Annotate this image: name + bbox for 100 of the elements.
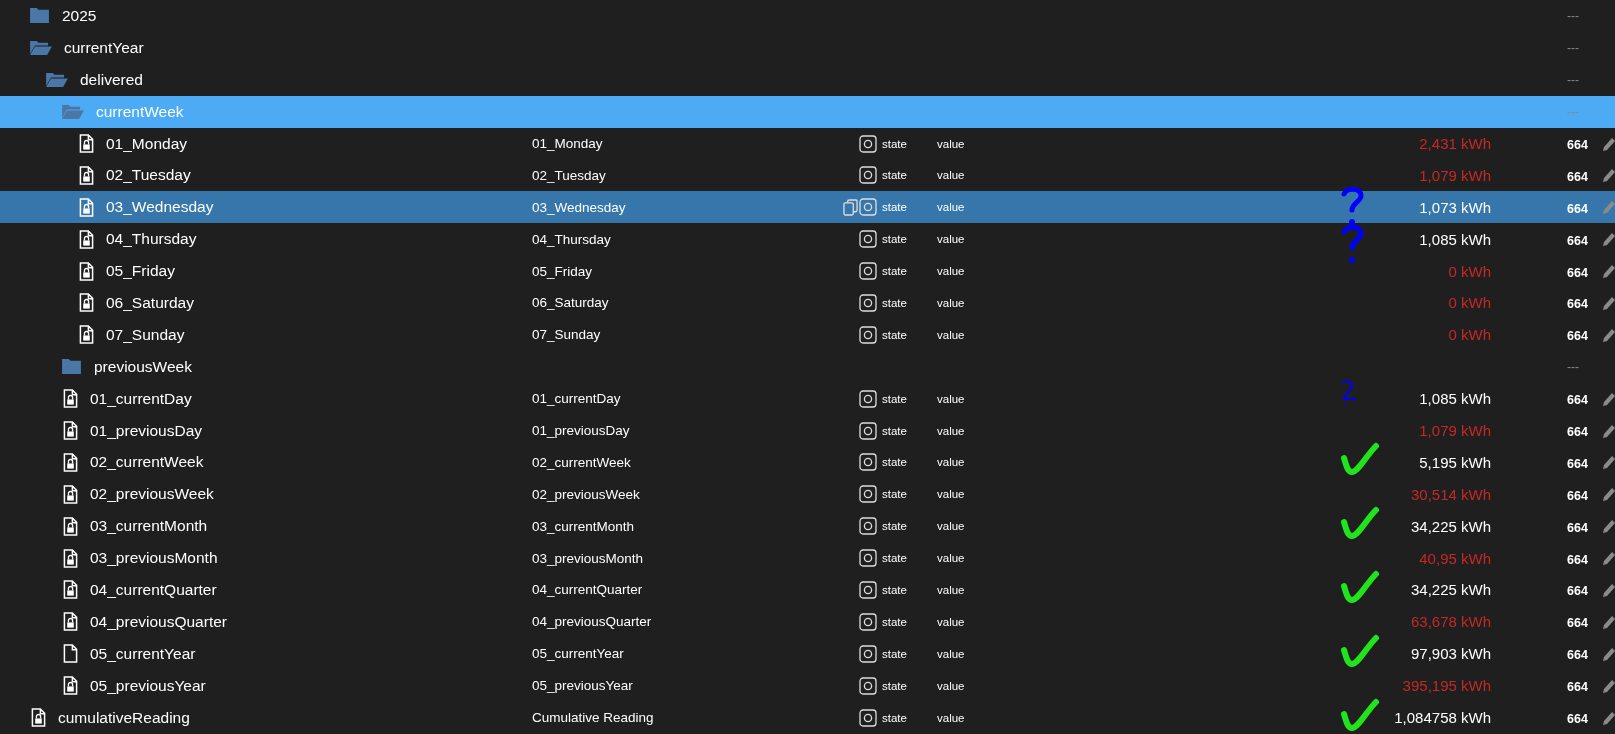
- tree-row[interactable]: 02_currentWeek 02_currentWeek state value 5,195 kWh 664: [0, 446, 1615, 479]
- tree-row[interactable]: 04_previousQuarter 04_previousQuarter state value 63,678 kWh 664: [0, 605, 1615, 638]
- access-rights: 664: [1567, 647, 1589, 663]
- tree-row[interactable]: 04_currentQuarter 04_currentQuarter state value 34,225 kWh 664: [0, 574, 1615, 606]
- access-rights: 664: [1567, 392, 1589, 408]
- object-title: 03_currentMonth: [532, 518, 636, 534]
- object-type: state: [882, 711, 908, 724]
- object-title: 04_Thursday: [532, 231, 612, 247]
- tree-row[interactable]: 01_currentDay 01_currentDay state value 1,085 kWh 664: [0, 382, 1615, 415]
- pencil-icon[interactable]: [1601, 262, 1615, 281]
- object-type: state: [882, 647, 908, 660]
- pencil-icon[interactable]: [1601, 453, 1615, 472]
- tree-row[interactable]: 02_previousWeek 02_previousWeek state value 30,514 kWh 664: [0, 478, 1615, 511]
- access-rights: 664: [1567, 487, 1589, 503]
- object-name: 2025: [62, 6, 97, 25]
- tree-row[interactable]: 2025 ---: [0, 0, 1615, 32]
- access-rights: 664: [1567, 679, 1589, 695]
- object-name: delivered: [80, 70, 143, 89]
- tree-row[interactable]: 01_Monday 01_Monday state value 2,431 kWh 664: [0, 127, 1615, 160]
- tree-row[interactable]: 07_Sunday 07_Sunday state value 0 kWh 664: [0, 318, 1615, 351]
- access-rights: 664: [1567, 583, 1589, 599]
- object-name: currentWeek: [96, 102, 184, 121]
- object-title: Cumulative Reading: [532, 710, 655, 726]
- object-role: value: [937, 424, 966, 437]
- object-role: value: [937, 296, 966, 309]
- object-type: state: [882, 169, 908, 182]
- pencil-icon[interactable]: [1601, 230, 1615, 249]
- folder-icon[interactable]: [29, 7, 50, 25]
- access-placeholder: ---: [1567, 40, 1580, 55]
- object-type: state: [882, 552, 908, 565]
- pencil-icon[interactable]: [1601, 517, 1615, 536]
- tree-row[interactable]: previousWeek ---: [0, 350, 1615, 383]
- object-title: 05_previousYear: [532, 678, 634, 694]
- object-type: state: [882, 233, 908, 246]
- object-role: value: [937, 265, 966, 278]
- tree-row[interactable]: currentYear ---: [0, 31, 1615, 64]
- object-name: 04_currentQuarter: [90, 580, 217, 599]
- object-type: state: [882, 137, 908, 150]
- access-rights: 664: [1567, 519, 1589, 535]
- tree-row[interactable]: 01_previousDay 01_previousDay state value 1,079 kWh 664: [0, 414, 1615, 447]
- tree-row[interactable]: 03_previousMonth 03_previousMonth state value 40,95 kWh 664: [0, 542, 1615, 575]
- object-title: 02_Tuesday: [532, 167, 607, 183]
- access-rights: 664: [1567, 137, 1589, 152]
- object-name: previousWeek: [94, 357, 192, 376]
- object-type: state: [882, 615, 908, 628]
- object-title: 05_currentYear: [532, 646, 625, 662]
- object-role: value: [937, 201, 966, 214]
- object-name: 07_Sunday: [106, 325, 185, 344]
- access-rights: 664: [1567, 711, 1589, 727]
- pencil-icon[interactable]: [1601, 485, 1615, 504]
- access-rights: 664: [1567, 328, 1589, 344]
- object-role: value: [937, 583, 966, 596]
- object-role: value: [937, 552, 966, 565]
- object-name: 06_Saturday: [106, 293, 194, 312]
- copy-icon[interactable]: [843, 198, 859, 216]
- tree-row[interactable]: 05_Friday 05_Friday state value 0 kWh 664: [0, 255, 1615, 287]
- open-folder-icon[interactable]: [29, 39, 52, 57]
- object-name: 05_currentYear: [90, 644, 196, 663]
- access-placeholder: ---: [1567, 8, 1580, 23]
- object-title: 03_previousMonth: [532, 550, 645, 566]
- object-name: 04_Thursday: [106, 230, 197, 249]
- tree-row[interactable]: cumulativeReading Cumulative Reading state value 1,084758 kWh 664: [0, 701, 1615, 734]
- object-title: 02_previousWeek: [532, 486, 641, 502]
- tree-row[interactable]: 03_Wednesday 03_Wednesday state value 1,073 kWh 664: [0, 191, 1615, 224]
- access-rights: 664: [1567, 264, 1589, 280]
- access-rights: 664: [1567, 551, 1589, 567]
- access-rights: 664: [1567, 455, 1589, 471]
- tree-row[interactable]: 02_Tuesday 02_Tuesday state value 1,079 kWh 664: [0, 159, 1615, 192]
- object-role: value: [937, 647, 966, 660]
- object-role: value: [937, 520, 966, 533]
- tree-row[interactable]: 03_currentMonth 03_currentMonth state value 34,225 kWh 664: [0, 510, 1615, 543]
- object-name: 03_previousMonth: [90, 549, 218, 568]
- state-value: 5,195 kWh: [1419, 453, 1491, 471]
- state-value: 1,085 kWh: [1419, 230, 1491, 248]
- tree-row[interactable]: 05_previousYear 05_previousYear state value 395,195 kWh 664: [0, 669, 1615, 702]
- state-value: 1,079 kWh: [1419, 166, 1491, 184]
- state-value: 1,079 kWh: [1419, 422, 1491, 439]
- object-type: state: [882, 456, 908, 469]
- object-type: state: [882, 265, 908, 278]
- pencil-icon[interactable]: [1601, 549, 1615, 568]
- object-title: 04_previousQuarter: [532, 614, 653, 630]
- state-value: 0 kWh: [1448, 262, 1491, 280]
- state-value: 0 kWh: [1448, 294, 1491, 312]
- tree-row[interactable]: 06_Saturday 06_Saturday state value 0 kWh 664: [0, 287, 1615, 319]
- object-name: 01_previousDay: [90, 421, 202, 440]
- object-role: value: [937, 711, 966, 724]
- state-value: 0 kWh: [1448, 326, 1491, 344]
- state-value: 40,95 kWh: [1419, 549, 1491, 567]
- open-folder-icon[interactable]: [45, 71, 68, 89]
- object-title: 03_Wednesday: [532, 199, 627, 215]
- tree-row[interactable]: 05_currentYear 05_currentYear state value 97,903 kWh 664: [0, 637, 1615, 670]
- folder-icon[interactable]: [61, 358, 82, 376]
- object-title: 01_previousDay: [532, 423, 631, 438]
- tree-row[interactable]: delivered ---: [0, 63, 1615, 96]
- pencil-icon[interactable]: [1601, 166, 1615, 185]
- access-rights: 664: [1567, 424, 1589, 439]
- object-title: 01_Monday: [532, 136, 604, 151]
- tree-row[interactable]: 04_Thursday 04_Thursday state value 1,085 kWh 664: [0, 223, 1615, 256]
- access-rights: 664: [1567, 615, 1589, 631]
- object-title: 05_Friday: [532, 263, 594, 279]
